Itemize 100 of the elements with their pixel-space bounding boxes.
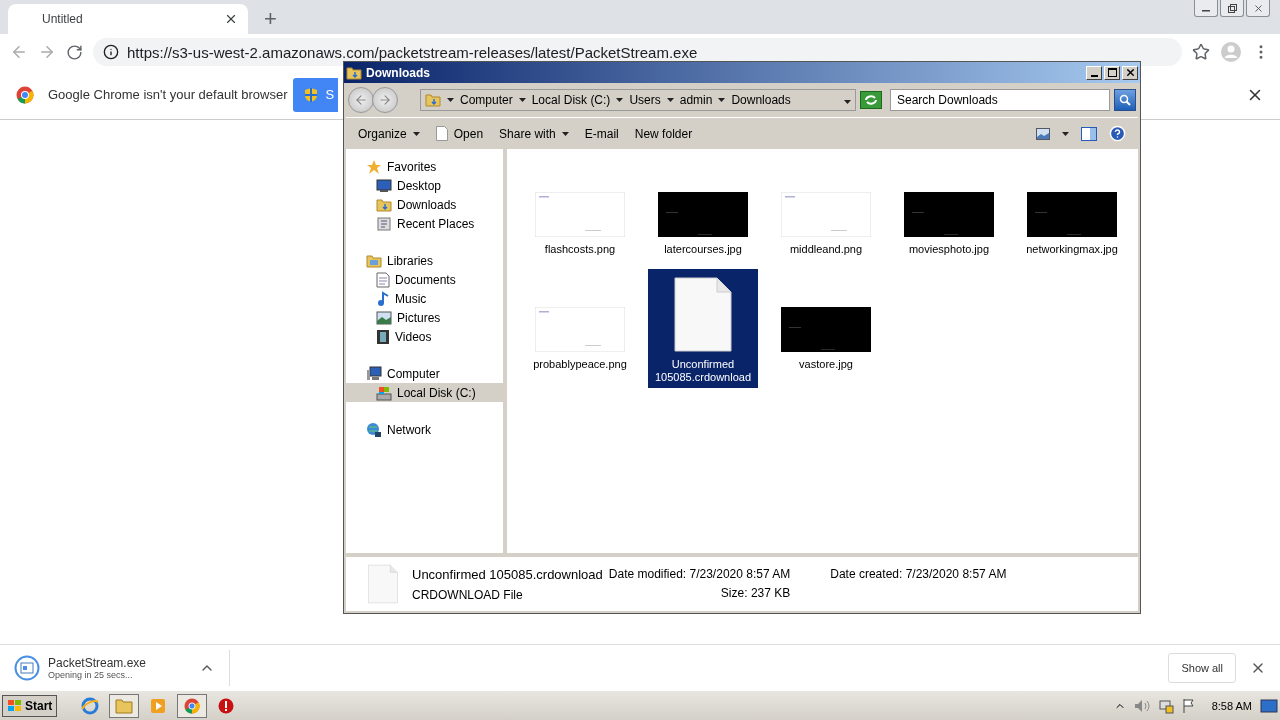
dropdown-arrow-icon bbox=[518, 98, 526, 102]
forward-icon bbox=[378, 93, 392, 107]
refresh-icon[interactable] bbox=[860, 91, 882, 109]
nav-item[interactable]: Computer bbox=[346, 364, 503, 383]
breadcrumb-item[interactable]: Users bbox=[629, 93, 661, 107]
folder-icon bbox=[115, 697, 134, 714]
warning-icon bbox=[218, 697, 235, 714]
document-icon bbox=[376, 271, 390, 288]
breadcrumb-item[interactable]: Local Disk (C:) bbox=[531, 93, 611, 107]
reload-icon[interactable] bbox=[66, 43, 83, 61]
set-default-button[interactable]: S bbox=[293, 77, 339, 112]
window-folder-icon bbox=[346, 64, 362, 81]
file-item[interactable]: flashcosts.png bbox=[525, 154, 635, 260]
close-icon bbox=[1124, 67, 1136, 78]
dropdown-arrow-icon bbox=[1062, 131, 1069, 136]
nav-item[interactable]: Recent Places bbox=[346, 214, 503, 233]
file-item[interactable]: probablypeace.png bbox=[525, 269, 635, 375]
address-bar[interactable]: Computer Local Disk (C:) Users admin Downloads bbox=[420, 89, 856, 111]
search-button[interactable] bbox=[1114, 89, 1136, 111]
browser-tab[interactable]: Untitled bbox=[8, 4, 248, 34]
dropdown-arrow-icon bbox=[718, 98, 726, 102]
chrome-logo-icon bbox=[184, 697, 201, 714]
file-item[interactable]: middleand.png bbox=[771, 154, 881, 260]
file-item[interactable]: vastore.jpg bbox=[771, 269, 881, 375]
taskbar-app-button[interactable] bbox=[109, 693, 140, 718]
nav-item[interactable]: Music bbox=[346, 289, 503, 308]
new-tab-button[interactable]: + bbox=[264, 8, 277, 30]
back-icon bbox=[354, 93, 368, 107]
nav-item[interactable]: Favorites bbox=[346, 157, 503, 176]
media-player-icon bbox=[150, 697, 167, 714]
bookmark-star-icon[interactable] bbox=[1192, 43, 1210, 61]
details-field: Date modified: 7/23/2020 8:57 AM bbox=[608, 567, 791, 581]
search-field[interactable]: Search Downloads bbox=[890, 89, 1110, 111]
downloads-folder-icon bbox=[376, 196, 392, 213]
breadcrumb-item[interactable]: Downloads bbox=[731, 93, 791, 107]
show-all-button[interactable]: Show all bbox=[1168, 652, 1236, 683]
url-text: https://s3-us-west-2.amazonaws.com/packetstream-releases/latest/PacketStream.exe bbox=[127, 43, 698, 61]
toolbar-button[interactable]: New folder bbox=[634, 126, 693, 141]
breadcrumb-item[interactable]: admin bbox=[679, 93, 713, 107]
info-icon[interactable] bbox=[103, 44, 119, 60]
restore-button[interactable] bbox=[1220, 0, 1244, 17]
help-icon[interactable] bbox=[1109, 125, 1126, 142]
file-item[interactable]: Unconfirmed 105085.crdownload bbox=[648, 269, 758, 388]
nav-item[interactable]: Libraries bbox=[346, 251, 503, 270]
window-title: Downloads bbox=[366, 65, 430, 80]
details-field: Size: 237 KB bbox=[608, 586, 791, 600]
preview-pane-icon[interactable] bbox=[1081, 126, 1097, 141]
maximize-icon bbox=[1107, 68, 1117, 77]
download-status: Opening in 25 secs... bbox=[48, 669, 134, 680]
browser-e-icon bbox=[81, 696, 100, 715]
recent-places-icon bbox=[376, 215, 392, 232]
shield-icon bbox=[303, 86, 320, 103]
file-download-icon bbox=[14, 654, 40, 681]
close-tab-icon[interactable] bbox=[224, 12, 238, 26]
default-browser-message: Google Chrome isn't your default browser bbox=[48, 87, 288, 102]
monitor-icon bbox=[376, 178, 392, 193]
download-file-name[interactable]: PacketStream.exe bbox=[48, 655, 191, 670]
toolbar-button[interactable]: Open bbox=[435, 126, 484, 141]
drive-icon bbox=[376, 384, 392, 401]
show-desktop-icon[interactable] bbox=[1260, 697, 1278, 714]
details-file-type: CRDOWNLOAD File bbox=[412, 587, 524, 602]
toolbar-button[interactable]: Organize bbox=[358, 126, 420, 141]
dropdown-arrow-icon bbox=[616, 98, 624, 102]
address-bar[interactable]: https://s3-us-west-2.amazonaws.com/packetstream-releases/latest/PacketStream.exe bbox=[93, 38, 1182, 66]
nav-item[interactable]: Videos bbox=[346, 327, 503, 346]
nav-item[interactable]: Documents bbox=[346, 270, 503, 289]
document-icon bbox=[674, 277, 732, 352]
breadcrumb-item[interactable]: Computer bbox=[460, 93, 513, 107]
network-icon[interactable] bbox=[1157, 697, 1174, 714]
dropdown-arrow-icon bbox=[666, 98, 674, 102]
nav-item[interactable]: Local Disk (C:) bbox=[346, 383, 503, 402]
nav-item[interactable]: Network bbox=[346, 420, 503, 439]
start-button[interactable]: Start bbox=[2, 694, 58, 717]
minimize-icon bbox=[1202, 10, 1210, 12]
file-preview-icon bbox=[368, 564, 398, 604]
maximize-button[interactable] bbox=[1104, 65, 1120, 80]
libraries-folder-icon bbox=[366, 253, 382, 268]
nav-item[interactable]: Pictures bbox=[346, 308, 503, 327]
toolbar-button[interactable]: E-mail bbox=[584, 126, 619, 141]
nav-item[interactable]: Desktop bbox=[346, 176, 503, 195]
view-options-icon[interactable] bbox=[1036, 127, 1050, 140]
flag-icon[interactable] bbox=[1181, 697, 1196, 714]
taskbar-app-button[interactable] bbox=[177, 693, 208, 718]
location-folder-icon bbox=[425, 92, 441, 108]
dropdown-arrow-icon bbox=[561, 131, 569, 136]
restore-icon bbox=[1227, 3, 1237, 13]
music-note-icon bbox=[376, 290, 390, 307]
speaker-icon[interactable] bbox=[1133, 698, 1150, 713]
search-icon bbox=[1119, 94, 1131, 106]
dropdown-arrow-icon bbox=[412, 131, 420, 136]
star-icon bbox=[366, 158, 382, 175]
document-icon bbox=[435, 126, 448, 141]
network-globe-icon bbox=[366, 421, 382, 438]
clock[interactable]: 8:58 AM bbox=[1211, 699, 1252, 712]
file-item[interactable]: latercourses.jpg bbox=[648, 154, 758, 260]
file-item[interactable]: networkingmax.jpg bbox=[1017, 154, 1127, 260]
toolbar-button[interactable]: Share with bbox=[499, 126, 569, 141]
file-item[interactable]: moviesphoto.jpg bbox=[894, 154, 1004, 260]
nav-item[interactable]: Downloads bbox=[346, 195, 503, 214]
dropdown-arrow-icon bbox=[447, 98, 454, 102]
